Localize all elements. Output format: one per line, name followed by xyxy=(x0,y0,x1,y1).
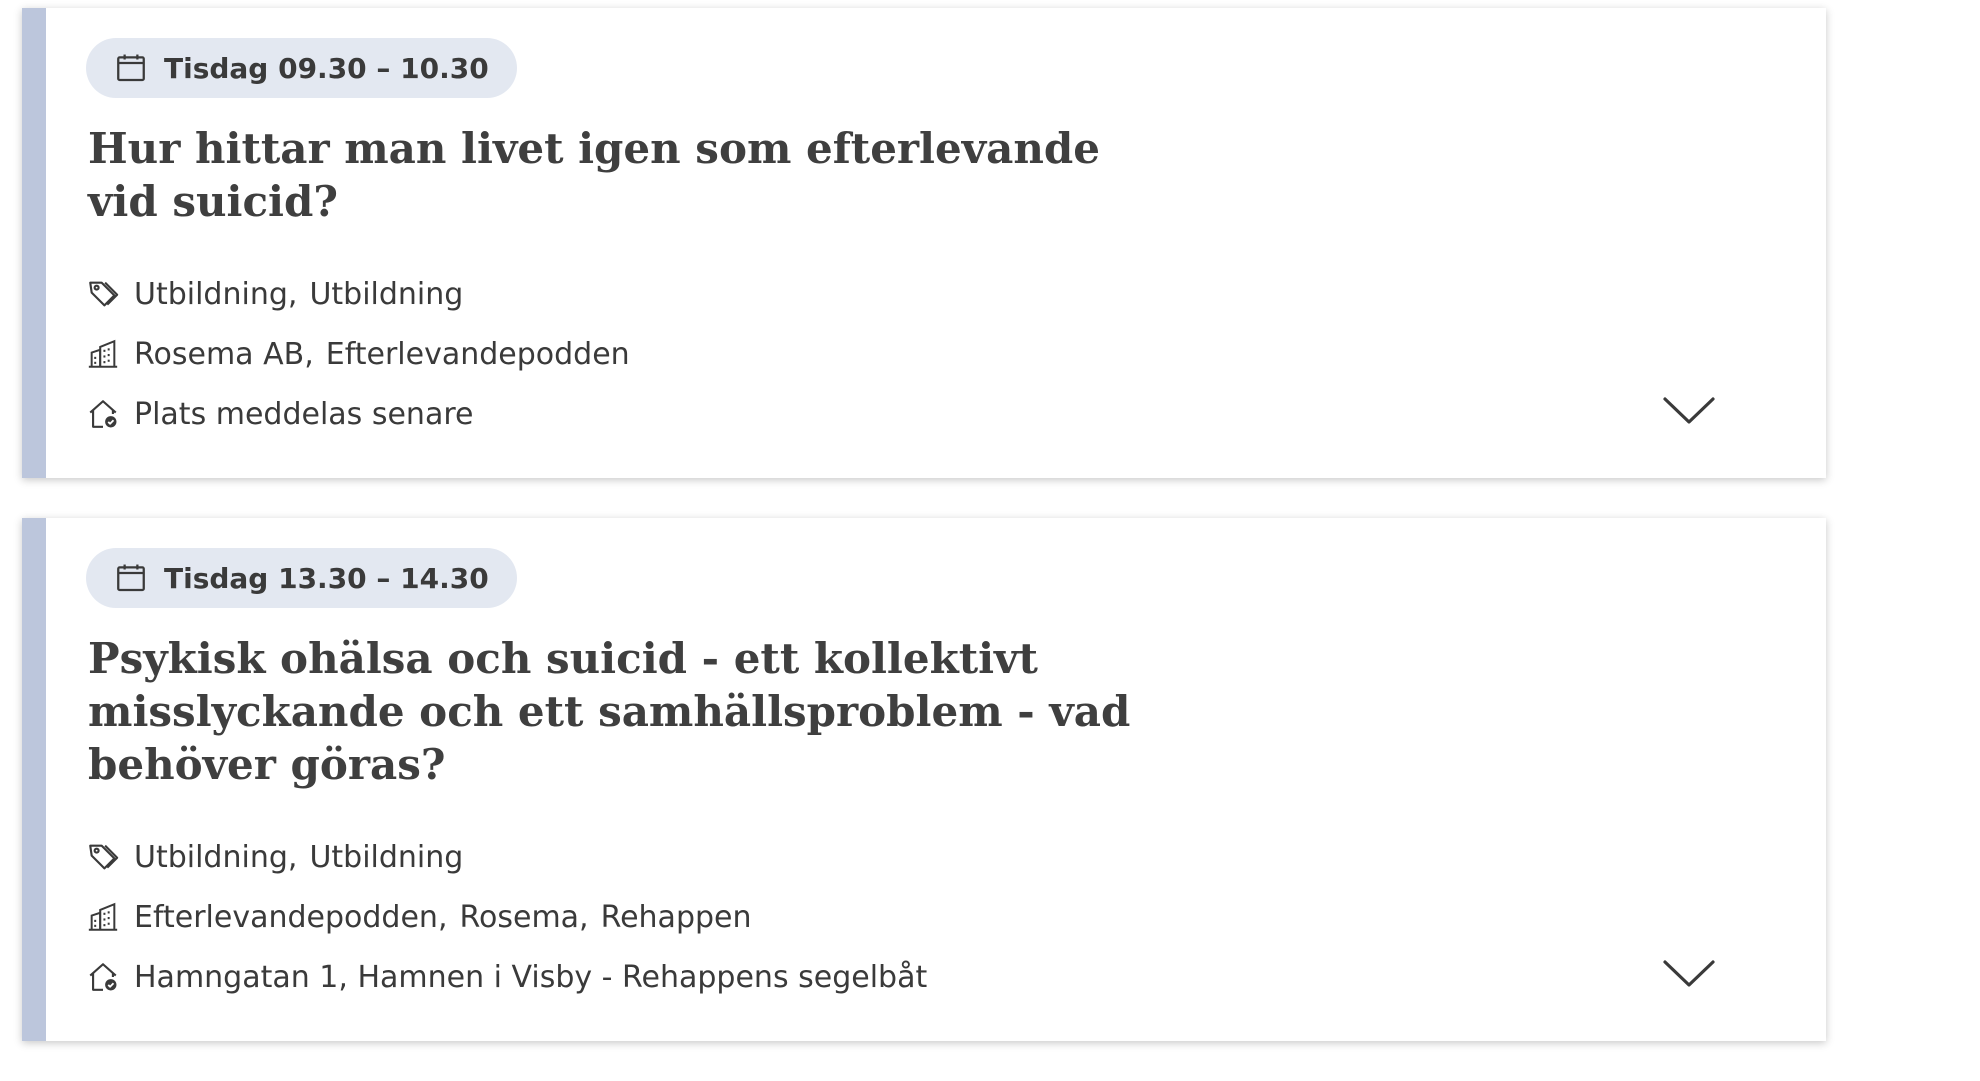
tag-icon xyxy=(86,840,120,874)
event-meta: Utbildning, Utbildning xyxy=(86,274,1786,434)
organizers-row: Rosema AB, Efterlevandepodden xyxy=(86,334,1786,374)
building-icon xyxy=(86,900,120,934)
organizer-name: Rosema AB, xyxy=(134,336,314,372)
location-text: Plats meddelas senare xyxy=(134,396,474,432)
category-tag: Utbildning xyxy=(309,839,464,875)
calendar-icon xyxy=(114,51,148,85)
event-card[interactable]: Tisdag 13.30 – 14.30 Psykisk ohälsa och … xyxy=(22,518,1826,1041)
event-list: Tisdag 09.30 – 10.30 Hur hittar man live… xyxy=(22,8,1826,1081)
home-location-icon xyxy=(86,960,120,994)
chevron-down-icon[interactable] xyxy=(1662,955,1716,991)
location-row: Plats meddelas senare xyxy=(86,394,1786,434)
tag-icon xyxy=(86,277,120,311)
organizer-name: Efterlevandepodden xyxy=(325,336,630,372)
event-meta: Utbildning, Utbildning xyxy=(86,837,1786,997)
location-row: Hamngatan 1, Hamnen i Visby - Rehappens … xyxy=(86,957,1786,997)
organizer-name: Rosema, xyxy=(459,899,589,935)
event-title[interactable]: Psykisk ohälsa och suicid - ett kollekti… xyxy=(88,632,1168,791)
calendar-icon xyxy=(114,561,148,595)
category-tag: Utbildning, xyxy=(134,276,298,312)
categories-row: Utbildning, Utbildning xyxy=(86,837,1786,877)
category-tag: Utbildning, xyxy=(134,839,298,875)
organizers-row: Efterlevandepodden, Rosema, Rehappen xyxy=(86,897,1786,937)
time-badge: Tisdag 13.30 – 14.30 xyxy=(86,548,517,608)
event-title[interactable]: Hur hittar man livet igen som efterlevan… xyxy=(88,122,1168,228)
organizer-name: Rehappen xyxy=(600,899,752,935)
location-text: Hamngatan 1, Hamnen i Visby - Rehappens … xyxy=(134,959,928,995)
organizer-name: Efterlevandepodden, xyxy=(134,899,448,935)
time-text: Tisdag 09.30 – 10.30 xyxy=(164,51,489,85)
home-location-icon xyxy=(86,397,120,431)
category-tag: Utbildning xyxy=(309,276,464,312)
time-badge: Tisdag 09.30 – 10.30 xyxy=(86,38,517,98)
categories-row: Utbildning, Utbildning xyxy=(86,274,1786,314)
time-text: Tisdag 13.30 – 14.30 xyxy=(164,561,489,595)
event-card[interactable]: Tisdag 09.30 – 10.30 Hur hittar man live… xyxy=(22,8,1826,478)
chevron-down-icon[interactable] xyxy=(1662,392,1716,428)
building-icon xyxy=(86,337,120,371)
